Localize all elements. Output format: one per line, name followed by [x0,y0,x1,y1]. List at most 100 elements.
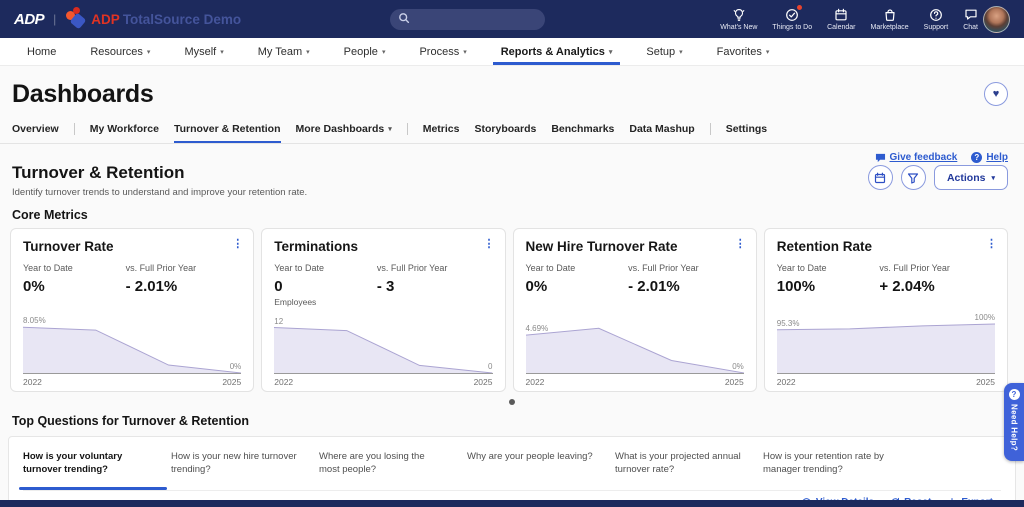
stat-label: vs. Full Prior Year [126,263,229,273]
tab-data-mashup[interactable]: Data Mashup [629,123,694,143]
tab-label: More Dashboards [296,123,385,135]
nav-item-home[interactable]: Home [10,38,73,65]
chevron-down-icon: ▾ [991,174,995,182]
tab-label: Turnover & Retention [174,123,281,135]
nav-item-setup[interactable]: Setup ▾ [629,38,699,65]
stat-value: 100% [777,278,880,295]
tab-storyboards[interactable]: Storyboards [474,123,536,143]
tab-metrics[interactable]: Metrics [423,123,460,143]
top-action-things-to-do[interactable]: Things to Do [772,7,812,31]
chevron-down-icon: ▾ [463,48,467,56]
nav-item-resources[interactable]: Resources▾ [73,38,167,65]
tab-turnover-retention[interactable]: Turnover & Retention [174,123,281,143]
tab-label: Settings [726,123,767,135]
tab-label: Data Mashup [629,123,694,135]
nav-item-people[interactable]: People▾ [327,38,403,65]
tab-my-workforce[interactable]: My Workforce [90,123,159,143]
question-tab-what-is-your-projected-annual-turnover-r[interactable]: What is your projected annual turnover r… [615,450,743,490]
page-title: Dashboards [12,80,1024,109]
top-questions-card: How is your voluntary turnover trending?… [8,436,1016,507]
chart-end-value: 0% [230,362,242,371]
tab-settings[interactable]: Settings [726,123,767,143]
bag-icon [883,7,897,22]
card-stats: Year to Date0%vs. Full Prior Year- 2.01% [23,263,241,295]
chevron-down-icon: ▾ [609,48,613,56]
carousel-dots [0,399,1024,405]
stat-ytd: Year to Date0% [23,263,126,295]
nav-item-reports-analytics[interactable]: Reports & Analytics▾ [484,38,630,65]
top-action-what-s-new[interactable]: What's New [720,7,757,31]
feedback-row: Give feedback ? Help [0,152,1008,163]
carousel-dot[interactable] [509,399,515,405]
kebab-menu-icon[interactable]: ⋮ [735,237,746,250]
chevron-down-icon: ▾ [679,48,683,56]
question-tabs: How is your voluntary turnover trending?… [23,450,1001,490]
sparkline-new-hire-turnover-rate: 4.69% 0% [526,310,744,374]
stat-label: vs. Full Prior Year [377,263,480,273]
global-search[interactable] [390,9,545,30]
stat-ytd: Year to Date100% [777,263,880,295]
give-feedback-link[interactable]: Give feedback [875,152,958,163]
date-range-button[interactable] [868,165,893,190]
adp-logo: ADP [14,11,44,28]
nav-item-label: Favorites [717,46,762,58]
question-tab-how-is-your-retention-rate-by-manager-tr[interactable]: How is your retention rate by manager tr… [763,450,891,490]
top-action-calendar[interactable]: Calendar [827,7,855,31]
actions-button[interactable]: Actions ▾ [934,165,1008,190]
heart-icon: ♥ [993,88,1000,100]
question-tab-how-is-your-voluntary-turnover-trending[interactable]: How is your voluntary turnover trending? [23,450,151,490]
filter-button[interactable] [901,165,926,190]
x-axis-end-label: 2025 [474,377,493,387]
kebab-menu-icon[interactable]: ⋮ [986,237,997,250]
top-bar: ADP | ADP TotalSource Demo What's NewThi… [0,0,1024,38]
nav-item-favorites[interactable]: Favorites▾ [700,38,787,65]
stat-prior: vs. Full Prior Year- 2.01% [126,263,229,295]
top-action-marketplace[interactable]: Marketplace [871,7,909,31]
help-link[interactable]: ? Help [971,152,1008,163]
chart-start-value: 4.69% [526,324,549,333]
kebab-menu-icon[interactable]: ⋮ [484,237,495,250]
user-avatar[interactable] [983,6,1010,33]
chart-end-value: 0% [732,362,744,371]
section-subtitle: Identify turnover trends to understand a… [12,187,307,198]
tab-overview[interactable]: Overview [12,123,59,143]
top-action-support[interactable]: Support [924,7,949,31]
stat-label: Year to Date [274,263,377,273]
nav-item-my-team[interactable]: My Team▾ [241,38,327,65]
question-tab-where-are-you-losing-the-most-people[interactable]: Where are you losing the most people? [319,450,447,490]
need-help-tab[interactable]: ? Need Help? [1004,383,1024,461]
x-axis-end-label: 2025 [222,377,241,387]
search-input[interactable] [415,14,525,25]
question-circle-icon [929,7,943,22]
tab-label: My Workforce [90,123,159,135]
nav-item-myself[interactable]: Myself▾ [167,38,240,65]
question-tab-how-is-your-new-hire-turnover-trending[interactable]: How is your new hire turnover trending? [171,450,299,490]
question-circle-icon: ? [1009,389,1020,400]
chevron-down-icon: ▾ [220,48,224,56]
chart-start-value: 95.3% [777,319,800,328]
tab-benchmarks[interactable]: Benchmarks [551,123,614,143]
stat-label: Year to Date [526,263,629,273]
chevron-down-icon: ▾ [382,48,386,56]
kebab-menu-icon[interactable]: ⋮ [232,237,243,250]
card-title: Terminations [274,239,492,254]
top-action-chat[interactable]: Chat [963,7,978,31]
chart-x-axis: 20222025 [777,377,995,387]
primary-nav: Home Resources▾Myself▾My Team▾People▾Proc… [0,38,1024,66]
notification-badge [797,5,802,10]
unit-label: Employees [274,297,492,310]
nav-item-label: Home [27,46,56,58]
chart-start-value: 12 [274,317,283,326]
card-stats: Year to Date0%vs. Full Prior Year- 2.01% [526,263,744,295]
favorite-button[interactable]: ♥ [984,82,1008,106]
metric-card-terminations: Terminations⋮Year to Date0vs. Full Prior… [261,228,505,392]
question-tab-why-are-your-people-leaving[interactable]: Why are your people leaving? [467,450,595,490]
tab-more-dashboards[interactable]: More Dashboards▾ [296,123,392,143]
nav-item-process[interactable]: Process▾ [402,38,483,65]
section-header: Turnover & Retention Identify turnover t… [12,163,1008,198]
help-icon: ? [971,152,982,163]
top-actions: What's New Things to Do Calendar Marketplac… [720,7,978,31]
section-title: Turnover & Retention [12,163,307,183]
calendar-icon [874,172,886,184]
nav-item-label: Setup [646,46,675,58]
